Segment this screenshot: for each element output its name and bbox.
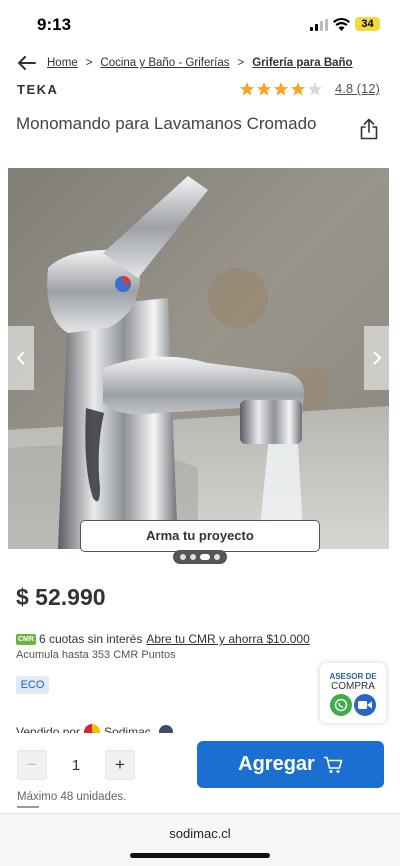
- breadcrumb-separator: >: [237, 57, 245, 69]
- product-image[interactable]: [8, 168, 389, 549]
- cart-icon: [323, 756, 343, 773]
- video-call-icon[interactable]: [354, 694, 376, 716]
- pagination-dot[interactable]: [200, 554, 210, 560]
- rating-stars[interactable]: [239, 81, 323, 97]
- star-icon: [239, 82, 255, 96]
- project-button[interactable]: Arma tu proyecto: [80, 520, 320, 552]
- pagination-dot[interactable]: [214, 554, 220, 560]
- status-bar: 9:13 34: [0, 0, 400, 48]
- back-arrow-icon[interactable]: [18, 56, 36, 70]
- faucet-image: [8, 168, 389, 549]
- add-to-cart-button[interactable]: Agregar: [197, 741, 384, 788]
- advisor-title: ASESOR DE: [329, 672, 377, 681]
- battery-icon: 34: [355, 17, 380, 31]
- breadcrumb: Home > Cocina y Baño - Griferías > Grife…: [18, 54, 353, 72]
- home-indicator[interactable]: [130, 853, 270, 858]
- eco-badge: ECO: [16, 676, 49, 694]
- breadcrumb-home-link[interactable]: Home: [47, 57, 78, 69]
- chevron-left-icon: [16, 351, 25, 365]
- cmr-signup-link[interactable]: Abre tu CMR y ahorra $10.000: [146, 632, 309, 646]
- add-to-cart-label: Agregar: [238, 753, 315, 775]
- cmr-points: Acumula hasta 353 CMR Puntos: [16, 649, 176, 661]
- star-icon: [290, 82, 306, 96]
- star-icon: [307, 82, 323, 96]
- star-icon: [256, 82, 272, 96]
- increase-quantity-button[interactable]: +: [105, 750, 135, 780]
- url-text[interactable]: sodimac.cl: [0, 826, 400, 841]
- star-icon: [273, 82, 289, 96]
- gallery-pagination[interactable]: [173, 550, 227, 564]
- pagination-dot[interactable]: [190, 554, 196, 560]
- quantity-value[interactable]: 1: [47, 757, 105, 774]
- signal-icon: [310, 19, 328, 31]
- rating-link[interactable]: 4.8 (12): [335, 81, 380, 96]
- chevron-right-icon: [373, 351, 382, 365]
- gallery-next-button[interactable]: [364, 326, 390, 390]
- product-title: Monomando para Lavamanos Cromado: [16, 114, 317, 133]
- breadcrumb-subcategory-link[interactable]: Grifería para Baño: [252, 57, 352, 69]
- status-time: 9:13: [37, 15, 72, 34]
- gallery-prev-button[interactable]: [8, 326, 34, 390]
- promo-text: 6 cuotas sin interés: [38, 632, 143, 646]
- quantity-stepper[interactable]: − 1 +: [17, 750, 135, 780]
- cmr-promo: CMR 6 cuotas sin interés Abre tu CMR y a…: [16, 632, 310, 646]
- pagination-dot[interactable]: [180, 554, 186, 560]
- wifi-icon: [333, 17, 350, 31]
- breadcrumb-separator: >: [85, 57, 93, 69]
- max-units-note: Máximo 48 unidades.: [17, 791, 127, 803]
- cmr-badge: CMR: [16, 633, 36, 645]
- divider: [17, 806, 39, 808]
- whatsapp-icon[interactable]: [330, 694, 352, 716]
- product-price: $ 52.990: [16, 584, 106, 610]
- share-icon[interactable]: [359, 118, 379, 140]
- advisor-subtitle: COMPRA: [331, 681, 375, 692]
- shopping-advisor-widget[interactable]: ASESOR DE COMPRA: [320, 663, 386, 723]
- breadcrumb-category-link[interactable]: Cocina y Baño - Griferías: [100, 57, 229, 69]
- decrease-quantity-button[interactable]: −: [17, 750, 47, 780]
- product-brand[interactable]: TEKA: [17, 82, 58, 97]
